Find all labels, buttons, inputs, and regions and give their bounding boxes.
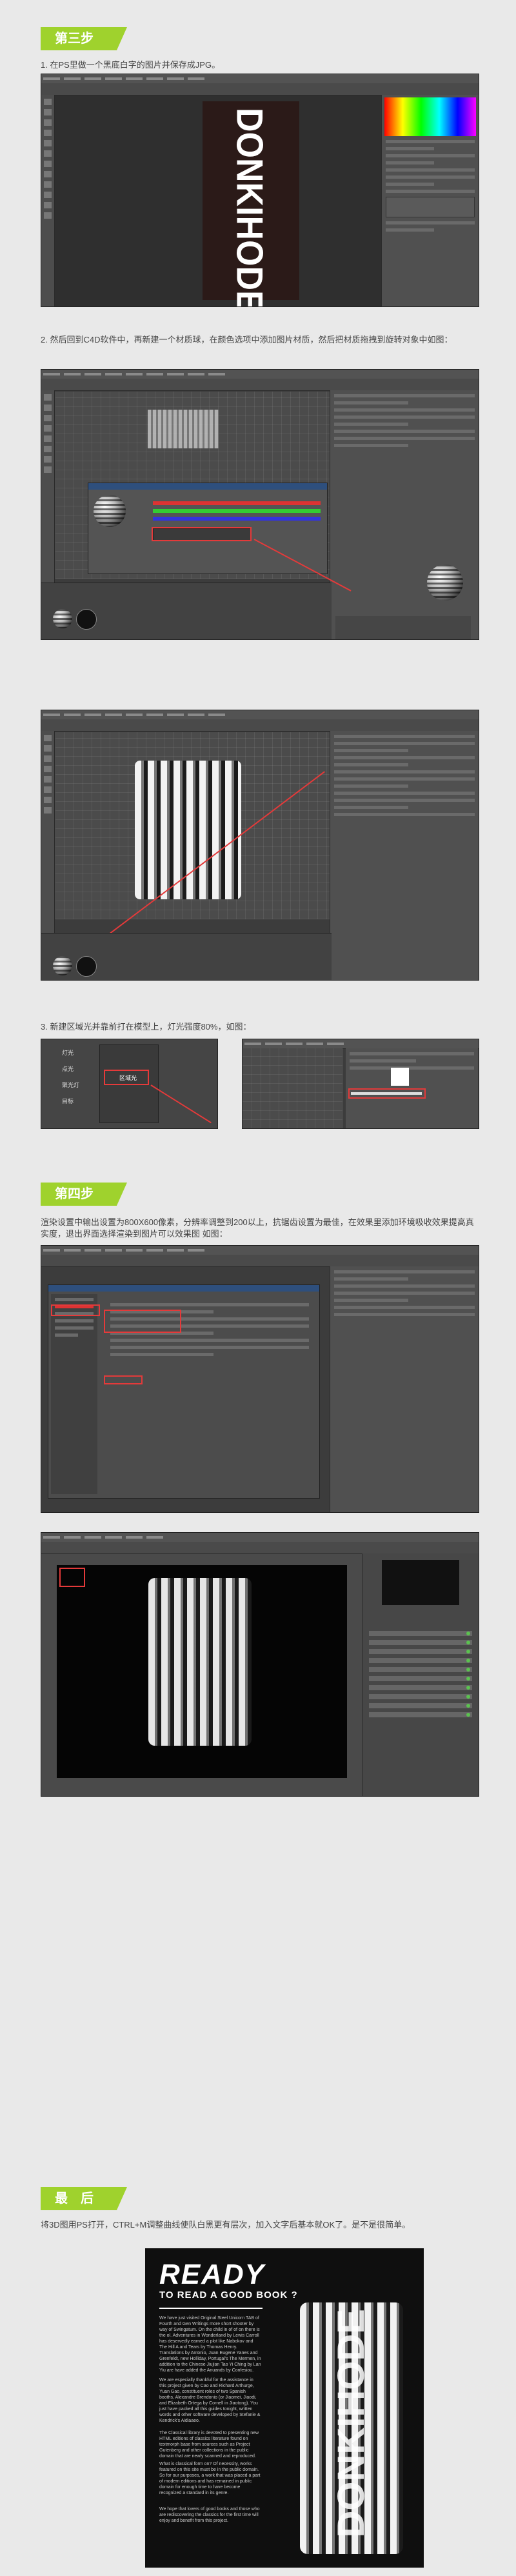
- screenshot-photoshop: DONKIHODE: [41, 74, 479, 307]
- final-poster: READY TO READ A GOOD BOOK ? We have just…: [145, 2248, 424, 2568]
- screenshot-c4d-model: [41, 710, 479, 981]
- render-wavy-text: [148, 1578, 252, 1746]
- section-badge-final: 最 后: [41, 2187, 127, 2210]
- poster-paragraph: We are especially thankful for the assis…: [159, 2378, 261, 2423]
- render-settings-dialog: [48, 1284, 320, 1499]
- poster-paragraph: We hope that lovers of good books and th…: [159, 2507, 260, 2523]
- material-editor-dialog: [88, 483, 328, 574]
- light-submenu: 区域光: [99, 1044, 159, 1123]
- poster-word: DONKIHODE: [330, 2309, 372, 2538]
- poster-subtitle: TO READ A GOOD BOOK ?: [159, 2290, 298, 2301]
- poster-paragraph: The Classical library is devoted to pres…: [159, 2431, 259, 2459]
- caption-step4-1: 渲染设置中输出设置为800X600像素，分辨率调整到200以上，抗锯齿设置为最佳…: [41, 1217, 474, 1239]
- caption-step3-3: 3. 新建区域光并靠前打在模型上，灯光强度80%，如图：: [41, 1022, 252, 1032]
- light-menu-item[interactable]: 灯光: [62, 1048, 85, 1057]
- poster-paragraph: We have just visited Original Steel Unic…: [159, 2316, 261, 2373]
- poster-title: READY: [159, 2259, 266, 2290]
- screenshot-final-render: [41, 1532, 479, 1797]
- poster-divider: [159, 2308, 263, 2309]
- light-menu-item[interactable]: 点光: [62, 1064, 85, 1073]
- area-light-item[interactable]: 区域光: [119, 1073, 137, 1082]
- photoshop-canvas: DONKIHODE: [203, 101, 299, 306]
- material-sphere: [94, 495, 126, 527]
- caption-step3-1: 1. 在PS里做一个黑底白字的图片并保存成JPG。: [41, 60, 221, 70]
- caption-final-1: 将3D图用PS打开，CTRL+M调整曲线使队白黑更有层次，加入文字后基本就OK了…: [41, 2220, 411, 2230]
- caption-step3-2: 2. 然后回到C4D软件中，再新建一个材质球，在颜色选项中添加图片材质，然后把材…: [41, 335, 453, 344]
- cylinder-preview: [148, 410, 219, 448]
- section-badge-step4: 第四步: [41, 1183, 127, 1206]
- light-menu-item[interactable]: 目标: [62, 1097, 85, 1105]
- canvas-word: DONKIHODE: [228, 108, 270, 307]
- light-menu-item[interactable]: 聚光灯: [62, 1081, 85, 1089]
- screenshot-c4d-material: [41, 369, 479, 640]
- screenshot-render-settings: [41, 1245, 479, 1513]
- screenshot-light-menu: 灯光 点光 聚光灯 目标 区域光: [41, 1039, 218, 1129]
- section-badge-step3: 第三步: [41, 27, 127, 50]
- wavy-text-model: [135, 761, 241, 899]
- screenshot-light-settings: [242, 1039, 479, 1129]
- poster-paragraph: What is classical form on? Of necessity,…: [159, 2462, 261, 2495]
- render-view: [57, 1565, 347, 1778]
